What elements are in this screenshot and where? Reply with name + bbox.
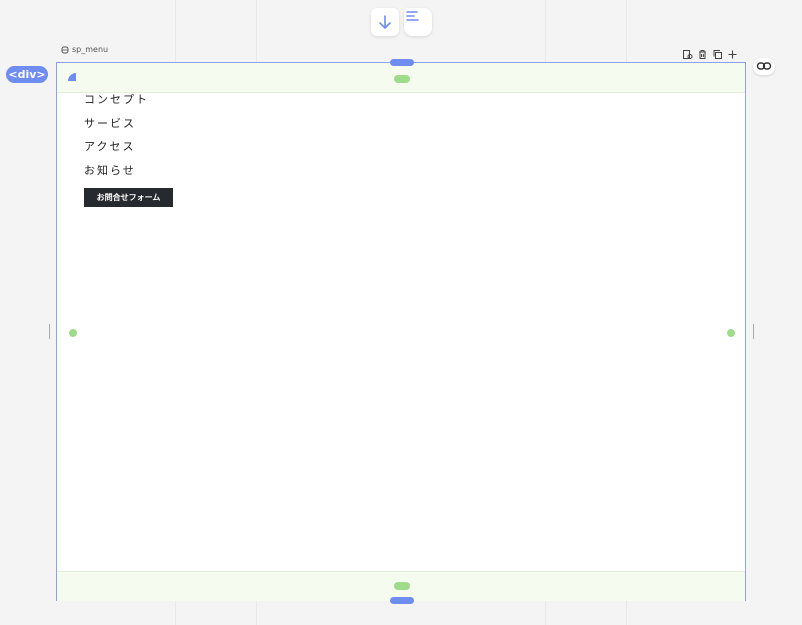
arrow-down-icon bbox=[379, 15, 391, 29]
menu-item-service[interactable]: サービス bbox=[84, 116, 149, 140]
duplicate-page-icon[interactable] bbox=[682, 45, 693, 59]
align-left-icon bbox=[406, 11, 419, 21]
link-button[interactable] bbox=[753, 58, 775, 75]
trash-icon[interactable] bbox=[697, 45, 708, 59]
left-resize-tick[interactable] bbox=[49, 324, 50, 339]
component-icon bbox=[61, 46, 69, 53]
link-icon bbox=[756, 62, 772, 70]
margin-bottom-handle[interactable] bbox=[390, 597, 414, 604]
padding-left-handle[interactable] bbox=[69, 329, 77, 337]
selected-div-frame[interactable]: コンセプト サービス アクセス お知らせ お問合せフォーム bbox=[56, 62, 746, 601]
menu-item-concept[interactable]: コンセプト bbox=[84, 92, 149, 116]
padding-top-handle[interactable] bbox=[394, 75, 410, 83]
sp-menu-list: コンセプト サービス アクセス お知らせ bbox=[84, 92, 149, 186]
element-toolbar bbox=[682, 45, 738, 59]
right-resize-tick[interactable] bbox=[753, 324, 754, 339]
menu-item-news[interactable]: お知らせ bbox=[84, 163, 149, 187]
component-name: sp_menu bbox=[72, 45, 109, 54]
menu-item-access[interactable]: アクセス bbox=[84, 139, 149, 163]
copy-icon[interactable] bbox=[712, 45, 723, 59]
corner-radius-handle[interactable] bbox=[68, 73, 76, 81]
padding-bottom-handle[interactable] bbox=[394, 582, 410, 590]
component-label[interactable]: sp_menu bbox=[61, 45, 108, 54]
align-button[interactable] bbox=[404, 8, 432, 36]
margin-top-handle[interactable] bbox=[390, 59, 414, 66]
move-down-button[interactable] bbox=[371, 8, 399, 36]
element-tag-badge[interactable]: <div> bbox=[6, 66, 48, 83]
plus-icon[interactable] bbox=[727, 45, 738, 59]
contact-form-button[interactable]: お問合せフォーム bbox=[84, 188, 173, 207]
padding-right-handle[interactable] bbox=[727, 329, 735, 337]
padding-top-area[interactable] bbox=[57, 63, 745, 93]
